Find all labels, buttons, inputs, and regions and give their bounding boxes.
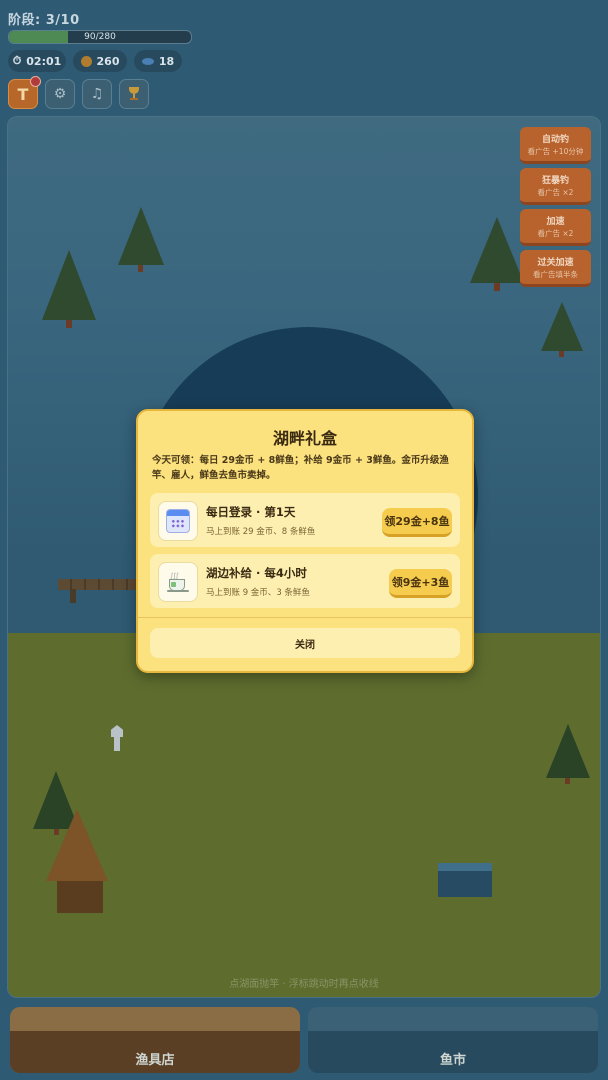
calendar-icon <box>158 501 198 541</box>
gameplay-hint: 点湖面抛竿 · 浮标跳动时再点收线 <box>229 979 379 990</box>
fish-pill: 18 <box>134 50 182 72</box>
row-title: 湖边补给 · 每4小时 <box>206 566 307 580</box>
pine-tree <box>42 250 96 328</box>
trophy-button[interactable] <box>119 79 149 109</box>
lakeside-supply-row: ∫∫∫ 湖边补给 · 每4小时 马上到账 9 金币、3 条鲜鱼 领9金+3鱼 <box>150 554 460 608</box>
music-button[interactable]: ♫ <box>82 79 112 109</box>
modal-title: 湖畔礼盒 <box>272 429 337 448</box>
fish-value: 18 <box>158 54 175 68</box>
coins-value: 260 <box>96 54 120 68</box>
wooden-hut <box>46 809 108 913</box>
fish-icon <box>141 57 154 65</box>
timer-value: 02:01 <box>26 54 62 68</box>
notification-dot <box>30 76 41 87</box>
gear-icon: ⚙ <box>53 86 67 102</box>
daily-login-row: 每日登录 · 第1天 马上到账 29 金币、8 条鲜鱼 领29金+8鱼 <box>150 493 460 547</box>
stage-boost-ad-button[interactable]: 过关加速 看广告填半条 <box>520 250 591 287</box>
ad-subtitle: 看广告 ×2 <box>537 228 574 238</box>
modal-description: 今天可领：每日 29金币 + 8鲜鱼；补给 9金币 + 3鲜鱼。金币升级渔竿、雇… <box>152 455 449 481</box>
row-subtitle: 马上到账 9 金币、3 条鲜鱼 <box>206 588 310 598</box>
tackle-shop-label: 渔具店 <box>135 1053 175 1068</box>
stage-progress-bar: 90/280 <box>8 30 192 44</box>
frenzy-fish-ad-button[interactable]: 狂暴钓 看广告 ×2 <box>520 168 591 205</box>
music-icon: ♫ <box>90 86 104 102</box>
stage-label: 阶段: 3/10 <box>8 13 80 28</box>
close-button[interactable]: 关闭 <box>150 628 460 658</box>
coins-pill: 260 <box>73 50 127 72</box>
ad-title: 加速 <box>546 216 565 227</box>
timer-pill: ⏱ 02:01 <box>8 50 66 72</box>
row-title: 每日登录 · 第1天 <box>206 505 296 519</box>
trophy-icon <box>129 87 139 101</box>
pine-tree <box>541 302 583 357</box>
tea-cup-icon: ∫∫∫ <box>158 562 198 602</box>
ad-title: 自动钓 <box>541 134 569 145</box>
coin-icon <box>80 55 92 67</box>
tackle-t-icon: T <box>17 84 29 104</box>
settings-button[interactable]: ⚙ <box>45 79 75 109</box>
gift-box-modal: 湖畔礼盒 今天可领：每日 29金币 + 8鲜鱼；补给 9金币 + 3鲜鱼。金币升… <box>136 409 474 673</box>
fish-market-button[interactable]: 鱼市 <box>308 1007 598 1073</box>
ad-subtitle: 看广告 +10分钟 <box>527 146 584 156</box>
ad-title: 狂暴钓 <box>541 175 569 186</box>
pine-tree <box>470 217 524 291</box>
dock-post <box>70 589 76 603</box>
ad-subtitle: 看广告填半条 <box>533 269 578 279</box>
pine-tree <box>546 724 590 784</box>
progress-text: 90/280 <box>84 32 116 42</box>
fish-market-label: 鱼市 <box>439 1053 466 1068</box>
ad-title: 过关加速 <box>537 257 574 268</box>
clock-icon: ⏱ <box>12 54 22 67</box>
pine-tree <box>118 207 164 272</box>
tackle-button[interactable]: T <box>8 76 41 109</box>
claim-daily-button[interactable]: 领29金+8鱼 <box>382 508 452 537</box>
stone-lantern <box>111 725 123 751</box>
row-subtitle: 马上到账 29 金币、8 条鲜鱼 <box>206 527 316 537</box>
modal-divider <box>138 617 472 618</box>
water-crate <box>438 863 492 897</box>
tackle-shop-button[interactable]: 渔具店 <box>10 1007 300 1073</box>
claim-supply-button[interactable]: 领9金+3鱼 <box>389 569 452 598</box>
ad-subtitle: 看广告 ×2 <box>537 187 574 197</box>
auto-fish-ad-button[interactable]: 自动钓 看广告 +10分钟 <box>520 127 591 164</box>
speedup-ad-button[interactable]: 加速 看广告 ×2 <box>520 209 591 246</box>
